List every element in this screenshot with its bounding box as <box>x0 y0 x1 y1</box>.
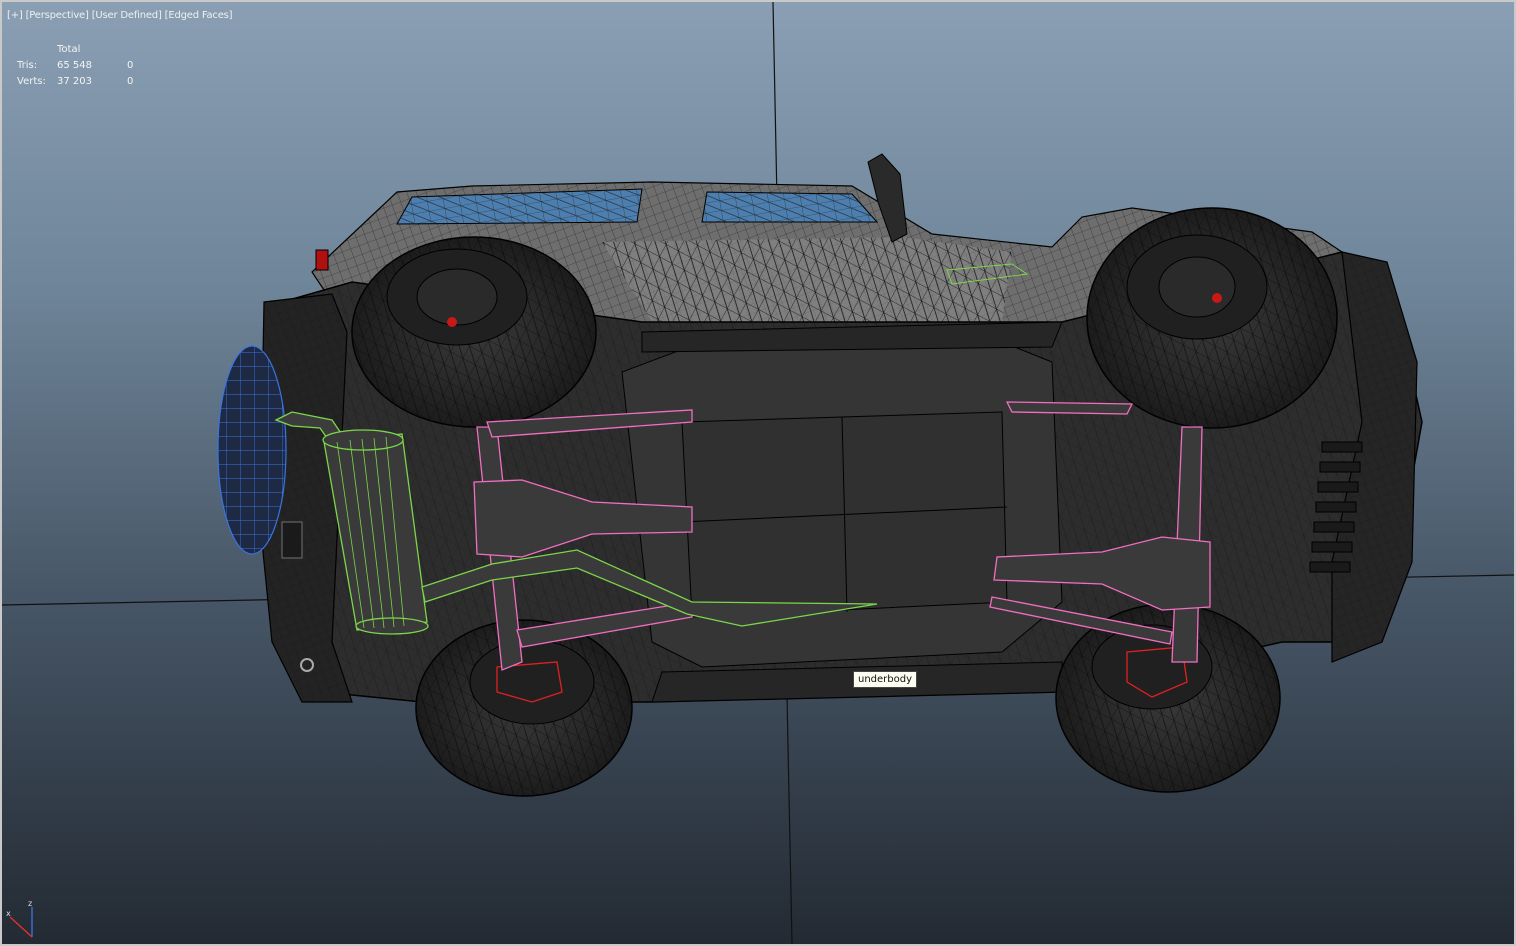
axis-gizmo: z x <box>6 899 33 938</box>
stats-total: 65 548 <box>57 60 92 71</box>
viewport-menu-edged-faces[interactable]: [Edged Faces] <box>165 10 233 21</box>
viewport-menu-shading[interactable]: [User Defined] <box>92 10 162 21</box>
stats-selected: 0 <box>127 76 134 87</box>
stats-row-tris: Tris: 65 548 0 <box>17 58 157 74</box>
stats-label: Tris: <box>17 60 38 71</box>
viewport-label-menu[interactable]: [+] [Perspective] [User Defined] [Edged … <box>7 10 233 21</box>
spare-tire[interactable] <box>217 345 287 555</box>
3d-viewport[interactable]: [+] [Perspective] [User Defined] [Edged … <box>0 0 1516 946</box>
gizmo-z-label: z <box>28 899 32 908</box>
wheel-rear-top[interactable] <box>351 236 597 428</box>
gizmo-x-label: x <box>6 909 11 918</box>
stats-total: 37 203 <box>57 76 92 87</box>
stats-label: Verts: <box>17 76 46 87</box>
viewport-menu-point-of-view[interactable]: [Perspective] <box>26 10 89 21</box>
object-name-tooltip: underbody <box>853 671 918 688</box>
scene-render[interactable] <box>2 2 1514 944</box>
stats-header-row: Total <box>17 42 157 58</box>
stats-selected: 0 <box>127 60 134 71</box>
stats-header-total: Total <box>57 44 81 55</box>
wheel-front-top[interactable] <box>1086 207 1338 429</box>
scene-statistics: Total Tris: 65 548 0 Verts: 37 203 0 <box>17 42 157 90</box>
viewport-menu-general[interactable]: [+] <box>7 10 23 21</box>
stats-row-verts: Verts: 37 203 0 <box>17 74 157 90</box>
